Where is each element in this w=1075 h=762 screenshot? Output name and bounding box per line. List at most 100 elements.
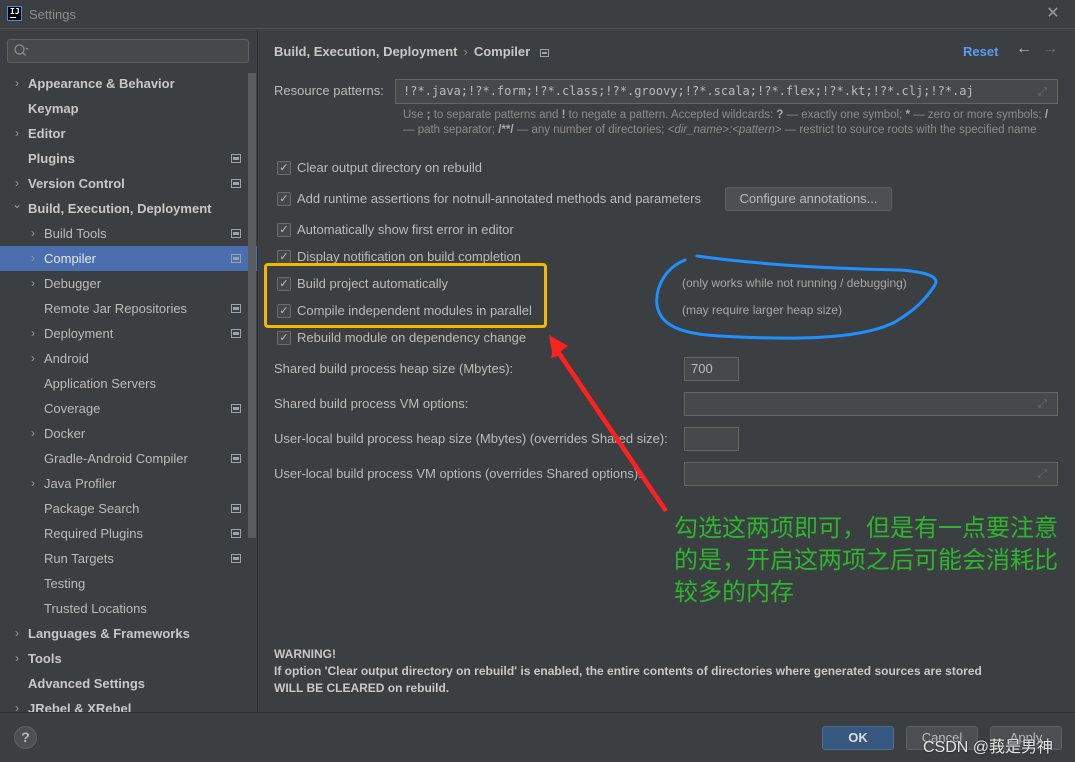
sidebar-item-keymap[interactable]: Keymap <box>0 96 257 121</box>
sidebar-item-label: Build Tools <box>44 226 107 241</box>
sidebar-item-appearance-behavior[interactable]: › Appearance & Behavior <box>0 71 257 96</box>
sidebar-item-label: Package Search <box>44 501 140 516</box>
expand-icon[interactable]: ⤢ <box>1038 86 1049 97</box>
sidebar-item-label: Compiler <box>44 251 97 266</box>
settings-sidebar: › Appearance & Behavior Keymap › Editor Plugi… <box>0 30 257 712</box>
forward-arrow-icon[interactable]: → <box>1042 40 1058 58</box>
chevron-down-icon[interactable]: ⌄ <box>12 192 22 217</box>
checkbox-checked-icon[interactable]: ✓ <box>277 250 291 264</box>
close-icon[interactable]: ✕ <box>1045 6 1061 22</box>
sidebar-item-android[interactable]: › Android <box>0 346 257 371</box>
configure-annotations-button[interactable]: Configure annotations... <box>725 187 892 211</box>
sidebar-item-label: Editor <box>28 126 66 141</box>
sidebar-item-required-plugins[interactable]: Required Plugins <box>0 521 257 546</box>
checkbox-label: Automatically show first error in editor <box>297 222 514 237</box>
chevron-right-icon[interactable]: › <box>12 71 22 96</box>
chevron-right-icon[interactable]: › <box>28 221 38 246</box>
project-scope-icon <box>231 254 241 263</box>
local-vm-options-label: User-local build process VM options (ove… <box>274 466 642 481</box>
checkbox-checked-icon[interactable]: ✓ <box>277 223 291 237</box>
sidebar-item-docker[interactable]: › Docker <box>0 421 257 446</box>
sidebar-item-tools[interactable]: › Tools <box>0 646 257 671</box>
project-scope-icon <box>231 329 241 338</box>
sidebar-item-package-search[interactable]: Package Search <box>0 496 257 521</box>
chevron-right-icon[interactable]: › <box>28 471 38 496</box>
sidebar-item-jrebel-xrebel[interactable]: › JRebel & XRebel <box>0 696 257 712</box>
chevron-right-icon[interactable]: › <box>28 321 38 346</box>
shared-heap-input[interactable]: 700 <box>684 357 739 381</box>
chevron-right-icon[interactable]: › <box>28 246 38 271</box>
sidebar-item-plugins[interactable]: Plugins <box>0 146 257 171</box>
warning-line-2: WILL BE CLEARED on rebuild. <box>274 681 450 695</box>
search-icon <box>14 44 29 56</box>
settings-search-input[interactable] <box>7 39 249 63</box>
help-button[interactable]: ? <box>14 726 37 749</box>
sidebar-item-label: Appearance & Behavior <box>28 76 175 91</box>
sidebar-item-label: Run Targets <box>44 551 114 566</box>
sidebar-item-remote-jar-repositories[interactable]: Remote Jar Repositories <box>0 296 257 321</box>
sidebar-item-advanced-settings[interactable]: Advanced Settings <box>0 671 257 696</box>
back-arrow-icon[interactable]: ← <box>1016 40 1032 58</box>
sidebar-item-gradle-android-compiler[interactable]: Gradle-Android Compiler <box>0 446 257 471</box>
sidebar-item-java-profiler[interactable]: › Java Profiler <box>0 471 257 496</box>
compiler-settings-panel: Build, Execution, Deployment › Compiler Re… <box>258 30 1075 712</box>
sidebar-item-coverage[interactable]: Coverage <box>0 396 257 421</box>
chevron-right-icon[interactable]: › <box>12 646 22 671</box>
sidebar-item-debugger[interactable]: › Debugger <box>0 271 257 296</box>
warning-line-1: If option 'Clear output directory on reb… <box>274 664 982 678</box>
sidebar-item-build-execution-deployment[interactable]: ⌄ Build, Execution, Deployment <box>0 196 257 221</box>
ok-button[interactable]: OK <box>822 726 894 750</box>
sidebar-scrollbar[interactable] <box>248 73 256 538</box>
sidebar-item-build-tools[interactable]: › Build Tools <box>0 221 257 246</box>
chevron-right-icon[interactable]: › <box>28 346 38 371</box>
shared-heap-label: Shared build process heap size (Mbytes): <box>274 361 514 376</box>
sidebar-item-trusted-locations[interactable]: Trusted Locations <box>0 596 257 621</box>
build-automatically-hint: (only works while not running / debuggin… <box>682 276 907 290</box>
project-scope-icon <box>231 454 241 463</box>
sidebar-item-languages-frameworks[interactable]: › Languages & Frameworks <box>0 621 257 646</box>
sidebar-item-compiler[interactable]: › Compiler <box>0 246 257 271</box>
local-heap-input[interactable] <box>684 427 739 451</box>
intellij-logo-icon: IJ <box>7 6 22 21</box>
chevron-right-icon[interactable]: › <box>12 621 22 646</box>
sidebar-item-label: Debugger <box>44 276 102 291</box>
breadcrumb: Build, Execution, Deployment › Compiler <box>274 44 550 59</box>
local-vm-options-input[interactable]: ⤢ <box>684 462 1058 486</box>
resource-patterns-input[interactable]: !?*.java;!?*.form;!?*.class;!?*.groovy;!… <box>395 79 1058 104</box>
highlight-box <box>264 263 547 328</box>
checkbox-label: Clear output directory on rebuild <box>297 160 482 175</box>
local-heap-label: User-local build process heap size (Mbyt… <box>274 431 668 446</box>
sidebar-item-application-servers[interactable]: Application Servers <box>0 371 257 396</box>
sidebar-item-label: Android <box>44 351 89 366</box>
csdn-watermark: CSDN @莪是男神 <box>923 739 1054 756</box>
sidebar-item-label: Docker <box>44 426 86 441</box>
expand-icon[interactable]: ⤢ <box>1038 469 1049 480</box>
checkbox-checked-icon[interactable]: ✓ <box>277 331 291 345</box>
sidebar-item-label: Trusted Locations <box>44 601 147 616</box>
project-scope-icon <box>540 49 550 57</box>
shared-vm-options-input[interactable]: ⤢ <box>684 392 1058 416</box>
sidebar-item-label: Testing <box>44 576 86 591</box>
project-scope-icon <box>231 554 241 563</box>
checkbox-checked-icon[interactable]: ✓ <box>277 161 291 175</box>
reset-link[interactable]: Reset <box>963 44 998 59</box>
chevron-right-icon[interactable]: › <box>28 421 38 446</box>
sidebar-item-version-control[interactable]: › Version Control <box>0 171 257 196</box>
expand-icon[interactable]: ⤢ <box>1038 399 1049 410</box>
sidebar-item-deployment[interactable]: › Deployment <box>0 321 257 346</box>
checkbox-checked-icon[interactable]: ✓ <box>277 192 291 206</box>
chevron-right-icon[interactable]: › <box>28 271 38 296</box>
chevron-right-icon[interactable]: › <box>12 696 22 712</box>
sidebar-item-label: Application Servers <box>44 376 156 391</box>
sidebar-item-label: Coverage <box>44 401 101 416</box>
project-scope-icon <box>231 529 241 538</box>
chevron-right-icon[interactable]: › <box>12 121 22 146</box>
project-scope-icon <box>231 404 241 413</box>
sidebar-item-run-targets[interactable]: Run Targets <box>0 546 257 571</box>
sidebar-item-testing[interactable]: Testing <box>0 571 257 596</box>
sidebar-item-label: Tools <box>28 651 62 666</box>
project-scope-icon <box>231 304 241 313</box>
breadcrumb-parent[interactable]: Build, Execution, Deployment <box>274 44 457 59</box>
sidebar-item-editor[interactable]: › Editor <box>0 121 257 146</box>
window-title: Settings <box>29 7 76 22</box>
